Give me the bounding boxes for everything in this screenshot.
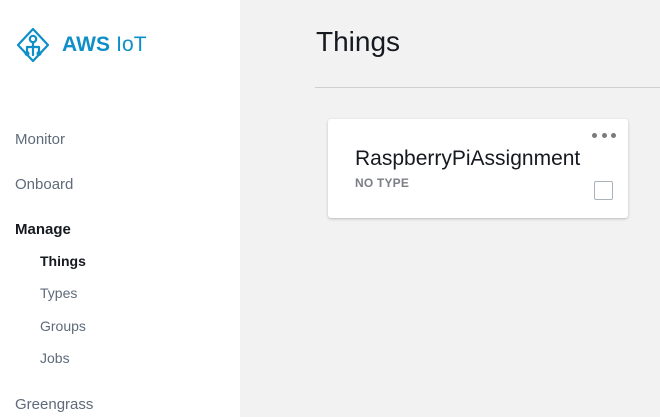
- sidebar-subitem-things[interactable]: Things: [40, 253, 86, 269]
- thing-type: NO TYPE: [355, 176, 410, 190]
- sidebar-subitem-types[interactable]: Types: [40, 285, 77, 301]
- page-title: Things: [316, 26, 401, 57]
- menu-dot: [611, 132, 616, 138]
- brand[interactable]: AWS IoT: [14, 26, 147, 64]
- app-window: AWS IoT Monitor Onboard Manage Things Ty…: [0, 0, 660, 417]
- thing-select-checkbox[interactable]: [594, 181, 613, 200]
- sidebar-item-monitor[interactable]: Monitor: [15, 131, 65, 148]
- sidebar-item-manage[interactable]: Manage: [15, 221, 71, 238]
- thing-name[interactable]: RaspberryPiAssignment: [355, 147, 600, 171]
- title-divider: [315, 87, 660, 88]
- brand-name-light: IoT: [116, 33, 147, 56]
- aws-iot-logo-icon: [16, 27, 50, 63]
- sidebar: AWS IoT Monitor Onboard Manage Things Ty…: [0, 0, 240, 417]
- brand-name-bold: AWS: [62, 33, 111, 56]
- sidebar-subitem-groups[interactable]: Groups: [40, 318, 86, 334]
- thing-card[interactable]: RaspberryPiAssignment NO TYPE: [328, 119, 628, 218]
- brand-name: AWS IoT: [62, 33, 147, 57]
- sidebar-item-greengrass[interactable]: Greengrass: [15, 396, 93, 413]
- main-content: Things RaspberryPiAssignment NO TYPE: [240, 0, 660, 417]
- menu-dot: [592, 132, 597, 138]
- menu-dot: [601, 132, 607, 138]
- more-options-icon[interactable]: [592, 128, 616, 142]
- sidebar-subitem-jobs[interactable]: Jobs: [40, 350, 70, 366]
- sidebar-item-onboard[interactable]: Onboard: [15, 176, 73, 193]
